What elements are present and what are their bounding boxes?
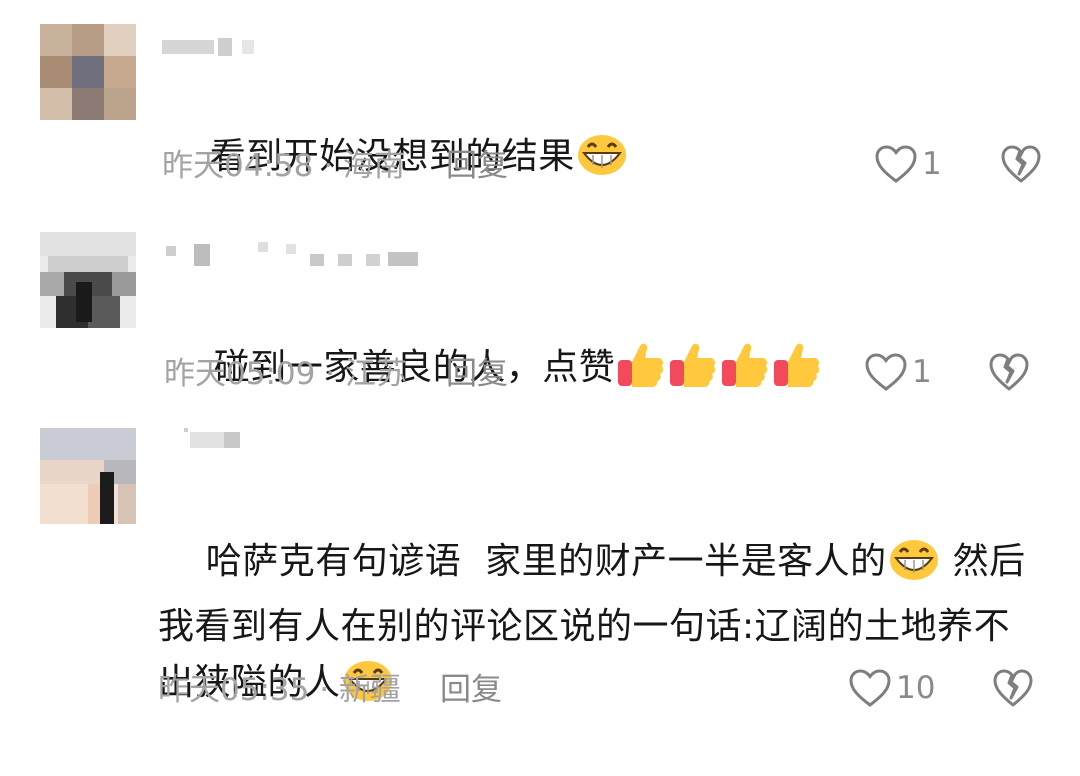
avatar[interactable] [40, 232, 136, 328]
thumbs-up-emoji [772, 340, 822, 404]
thumbs-up-emoji [668, 340, 718, 404]
broken-heart-icon [988, 352, 1030, 392]
avatar[interactable] [40, 428, 136, 524]
comment-item: 哈萨克有句谚语 家里的财产一半是客人的 然后我看到有人在别的评论区说的一句话:辽… [0, 420, 1080, 734]
comment-item: 看到开始没想到的结果 昨天04:58 · 海南 回复 1 [0, 0, 1080, 210]
heart-icon [864, 352, 908, 392]
like-count: 10 [896, 670, 936, 706]
meta-separator: · [323, 148, 334, 184]
comment-meta: 昨天05:09 · 江苏 [164, 354, 407, 394]
username-blurred[interactable] [162, 36, 262, 60]
comment-location: 新疆 [338, 672, 401, 708]
comment-meta: 昨天05:35 · 新疆 [158, 670, 401, 710]
username-blurred[interactable] [166, 240, 436, 266]
dislike-button[interactable] [1000, 144, 1042, 184]
like-button[interactable]: 1 [864, 352, 932, 392]
thumbs-up-emoji [720, 340, 770, 404]
reply-button[interactable]: 回复 [446, 354, 508, 394]
reply-button[interactable]: 回复 [446, 146, 508, 186]
comment-location: 海南 [342, 148, 405, 184]
meta-separator: · [325, 356, 336, 392]
heart-icon [848, 668, 892, 708]
grin-emoji [888, 538, 940, 599]
dislike-button[interactable] [988, 352, 1030, 392]
heart-icon [874, 144, 918, 184]
avatar[interactable] [40, 24, 136, 120]
like-button[interactable]: 10 [848, 668, 935, 708]
comment-meta: 昨天04:58 · 海南 [162, 146, 405, 186]
comment-location: 江苏 [344, 356, 407, 392]
broken-heart-icon [1000, 144, 1042, 184]
like-button[interactable]: 1 [874, 144, 942, 184]
like-count: 1 [912, 354, 932, 390]
username-blurred[interactable] [184, 426, 244, 450]
grin-emoji [576, 133, 628, 193]
comment-text-segment: 哈萨克有句谚语 家里的财产一半是客人的 [205, 541, 887, 582]
comment-time: 昨天05:35 [158, 672, 310, 708]
thumbs-up-emoji [616, 340, 666, 404]
comment-time: 昨天04:58 [162, 148, 314, 184]
meta-separator: · [319, 672, 330, 708]
broken-heart-icon [992, 668, 1034, 708]
comment-time: 昨天05:09 [164, 356, 316, 392]
comment-text: 哈萨克有句谚语 家里的财产一半是客人的 然后我看到有人在别的评论区说的一句话:辽… [158, 478, 1040, 776]
comment-item: 碰到一家善良的人，点赞 昨天05:09 · 江苏 回复 1 [0, 210, 1080, 420]
dislike-button[interactable] [992, 668, 1034, 708]
like-count: 1 [922, 146, 942, 182]
reply-button[interactable]: 回复 [440, 670, 502, 710]
